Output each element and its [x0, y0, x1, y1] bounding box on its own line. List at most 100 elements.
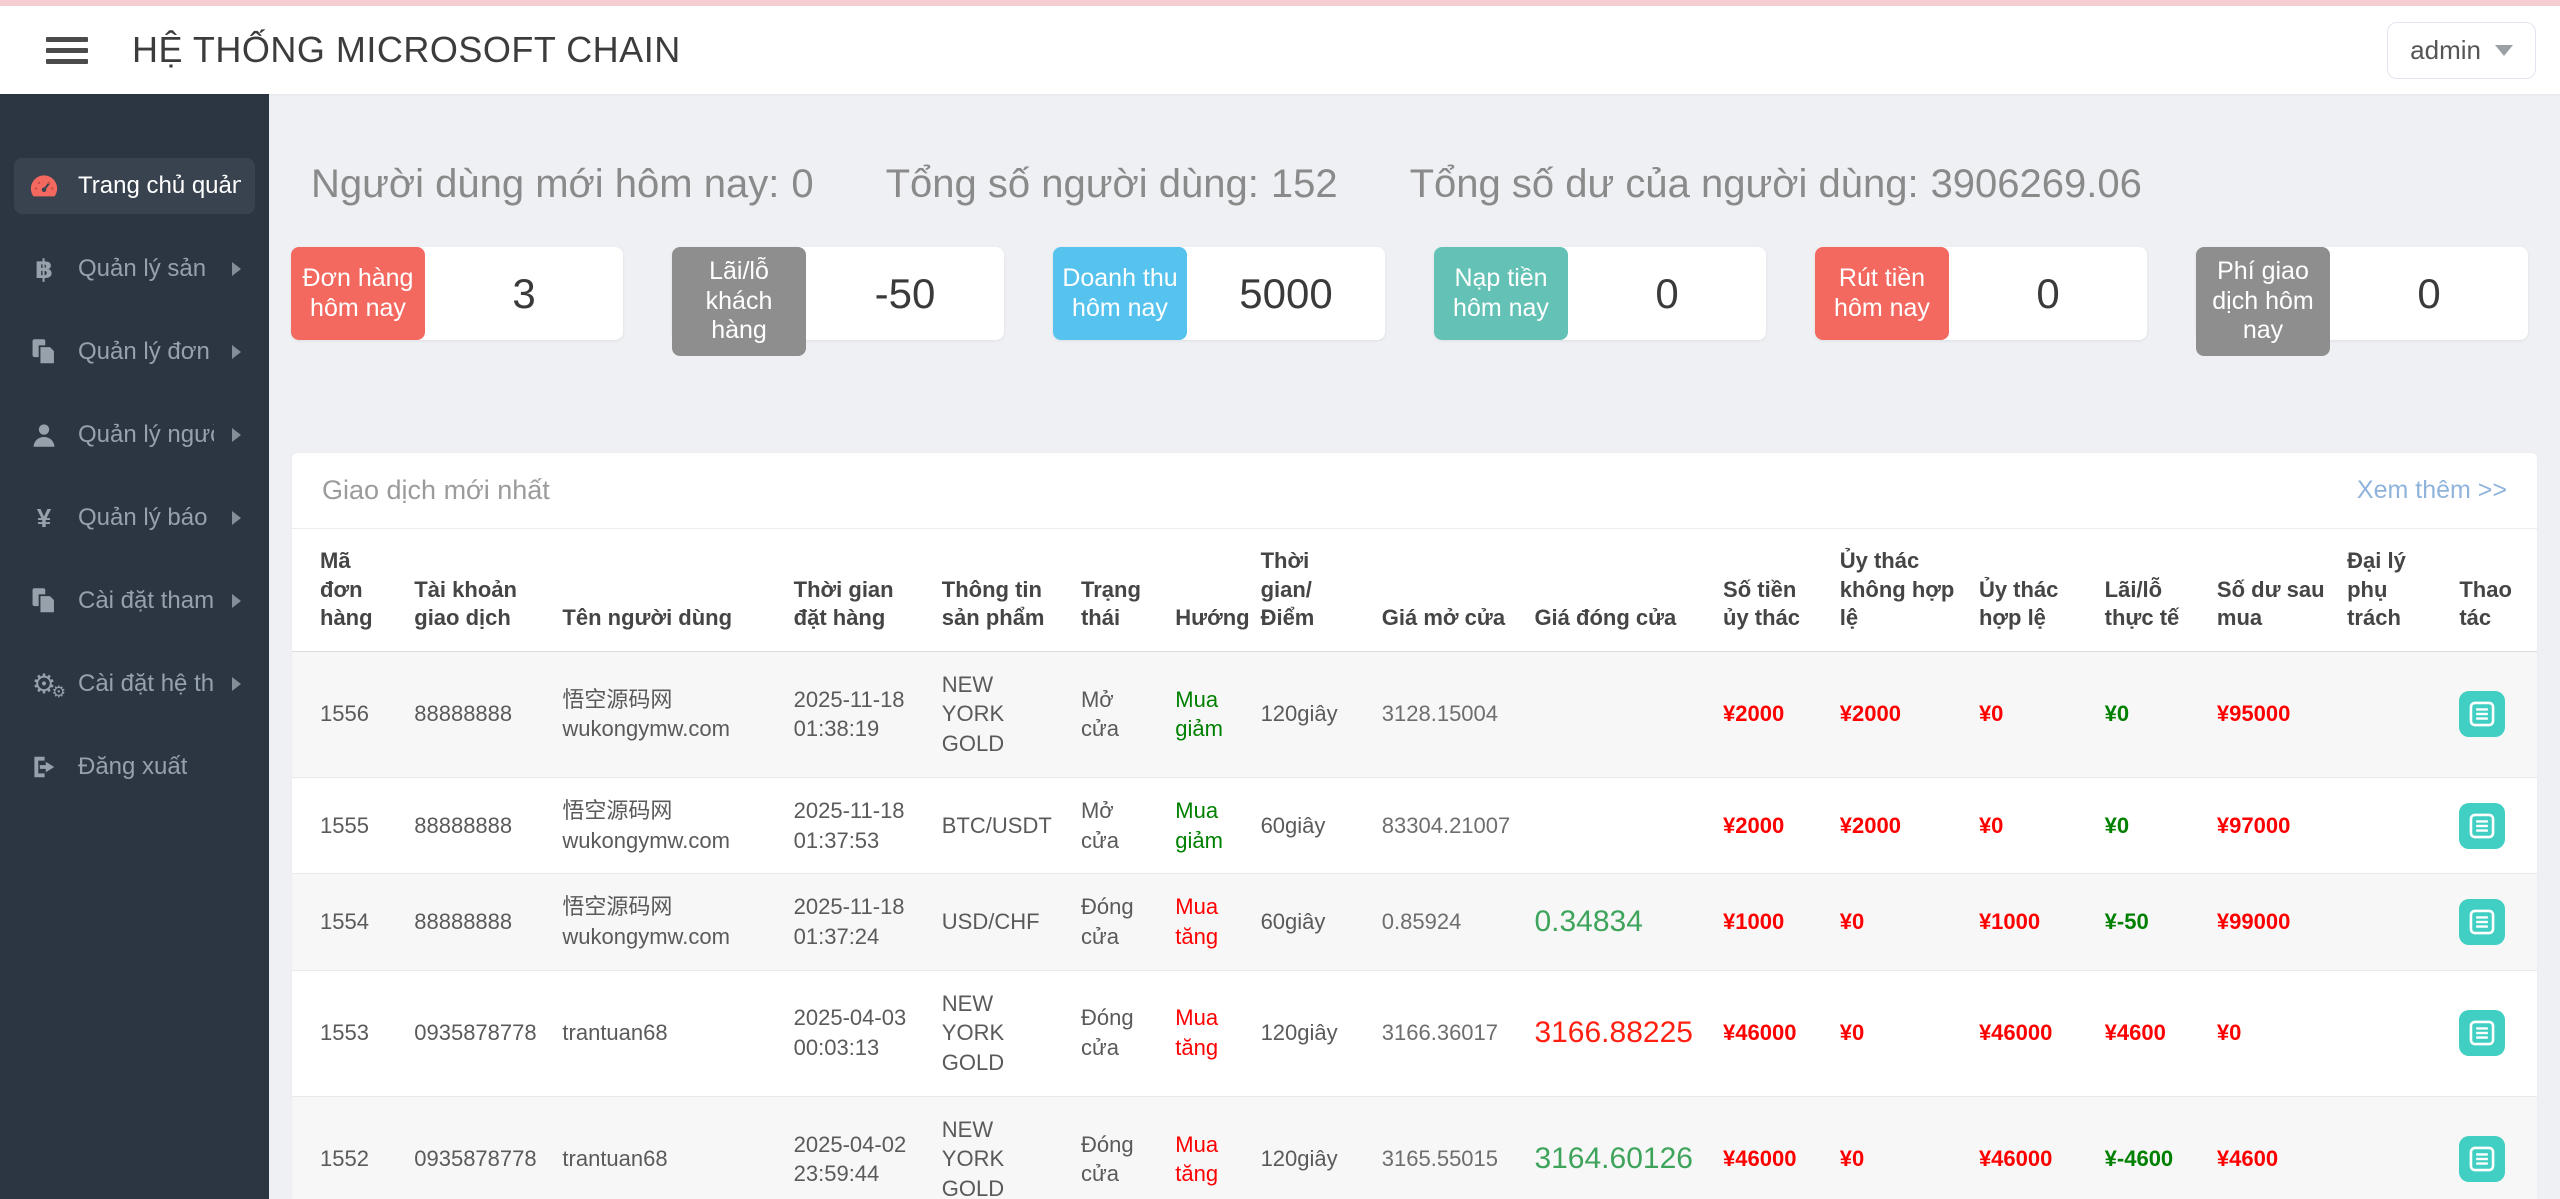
cell-order-time: 2025-11-1801:37:24 — [784, 874, 932, 970]
card-label: Nạp tiền hôm nay — [1434, 247, 1568, 340]
sidebar-item-logout[interactable]: Đăng xuất — [14, 739, 255, 795]
cell-direction: Mua giảm — [1165, 777, 1250, 873]
header: HỆ THỐNG MICROSOFT CHAIN admin — [0, 6, 2560, 94]
cell-period: 120giây — [1251, 651, 1372, 777]
submenu-arrow-icon — [232, 262, 241, 276]
column-header: Lãi/lỗ thực tế — [2095, 529, 2207, 651]
card-customer-pnl: Lãi/lỗ khách hàng -50 — [672, 247, 1004, 340]
sidebar-item-label: Quản lý người dùng — [78, 421, 214, 449]
column-header: Mã đơn hàng — [292, 529, 404, 651]
cell-order-id: 1554 — [292, 874, 404, 970]
column-header: Số dư sau mua — [2207, 529, 2337, 651]
column-header: Thời gian/Điểm — [1251, 529, 1372, 651]
card-label: Phí giao dịch hôm nay — [2196, 247, 2330, 356]
cell-period: 60giây — [1251, 874, 1372, 970]
cell-action — [2449, 1096, 2537, 1199]
column-header: Ủy thác không hợp lệ — [1830, 529, 1969, 651]
card-value: -50 — [875, 270, 936, 318]
order-detail-button[interactable] — [2459, 1010, 2505, 1056]
sidebar-item-parameters[interactable]: Cài đặt tham số — [14, 573, 255, 629]
user-menu-button[interactable]: admin — [2387, 22, 2536, 79]
main-content: Người dùng mới hôm nay: 0 Tổng số người … — [269, 94, 2560, 1199]
bitcoin-icon: ฿ — [28, 254, 60, 285]
cell-order-time: 2025-04-0300:03:13 — [784, 970, 932, 1096]
files-icon — [28, 587, 60, 615]
card-label: Rút tiền hôm nay — [1815, 247, 1949, 340]
cell-balance-after: ¥0 — [2207, 970, 2337, 1096]
cell-account: 88888888 — [404, 874, 552, 970]
card-value: 0 — [1655, 270, 1678, 318]
table-row: 155488888888悟空源码网wukongymw.com2025-11-18… — [292, 874, 2537, 970]
user-menu-label: admin — [2410, 35, 2481, 66]
cell-order-id: 1555 — [292, 777, 404, 873]
sidebar-item-reports[interactable]: ¥ Quản lý báo cáo — [14, 490, 255, 546]
cell-account: 0935878778 — [404, 970, 552, 1096]
cell-invalid-entrust: ¥2000 — [1830, 777, 1969, 873]
sidebar-item-dashboard[interactable]: Trang chủ quản trị — [14, 158, 255, 214]
sidebar-item-products[interactable]: ฿ Quản lý sản phẩm — [14, 241, 255, 297]
cell-username: trantuan68 — [552, 1096, 783, 1199]
cell-invalid-entrust: ¥2000 — [1830, 651, 1969, 777]
gears-icon: ⚙ ⚙ — [28, 669, 60, 700]
cell-period: 120giây — [1251, 970, 1372, 1096]
transactions-tbody: 155688888888悟空源码网wukongymw.com2025-11-18… — [292, 651, 2537, 1199]
submenu-arrow-icon — [232, 428, 241, 442]
cell-balance-after: ¥95000 — [2207, 651, 2337, 777]
cell-balance-after: ¥99000 — [2207, 874, 2337, 970]
cell-entrust-amount: ¥46000 — [1713, 1096, 1830, 1199]
gauge-icon — [28, 173, 60, 199]
stat-total-users: Tổng số người dùng: 152 — [886, 162, 1338, 207]
order-detail-button[interactable] — [2459, 1136, 2505, 1182]
column-header: Thời gian đặt hàng — [784, 529, 932, 651]
order-list-icon — [2469, 909, 2495, 935]
cell-order-time: 2025-11-1801:37:53 — [784, 777, 932, 873]
logout-icon — [28, 755, 60, 779]
sidebar-item-label: Cài đặt tham số — [78, 587, 214, 615]
cell-account: 0935878778 — [404, 1096, 552, 1199]
order-list-icon — [2469, 701, 2495, 727]
cell-product: NEW YORK GOLD — [932, 651, 1071, 777]
cell-account: 88888888 — [404, 777, 552, 873]
cell-entrust-amount: ¥46000 — [1713, 970, 1830, 1096]
column-header: Giá mở cửa — [1372, 529, 1525, 651]
cell-actual-pnl: ¥0 — [2095, 651, 2207, 777]
order-detail-button[interactable] — [2459, 691, 2505, 737]
submenu-arrow-icon — [232, 345, 241, 359]
cell-actual-pnl: ¥0 — [2095, 777, 2207, 873]
cell-close-price: 0.34834 — [1524, 874, 1713, 970]
card-fees-today: Phí giao dịch hôm nay 0 — [2196, 247, 2528, 340]
transactions-table: Mã đơn hàng Tài khoản giao dịch Tên ngườ… — [292, 529, 2537, 1199]
card-value: 0 — [2417, 270, 2440, 318]
submenu-arrow-icon — [232, 594, 241, 608]
cell-agent — [2337, 651, 2449, 777]
column-header: Thông tin sản phẩm — [932, 529, 1071, 651]
yen-icon: ¥ — [28, 503, 60, 534]
order-detail-button[interactable] — [2459, 803, 2505, 849]
cell-direction: Mua tăng — [1165, 970, 1250, 1096]
column-header: Ủy thác hợp lệ — [1969, 529, 2095, 651]
cell-invalid-entrust: ¥0 — [1830, 1096, 1969, 1199]
cell-close-price: 3166.88225 — [1524, 970, 1713, 1096]
card-withdrawals-today: Rút tiền hôm nay 0 — [1815, 247, 2147, 340]
cell-actual-pnl: ¥-4600 — [2095, 1096, 2207, 1199]
column-header: Tên người dùng — [552, 529, 783, 651]
sidebar-item-orders[interactable]: Quản lý đơn hàng — [14, 324, 255, 380]
cell-open-price: 83304.21007 — [1372, 777, 1525, 873]
cell-status: Đóng cửa — [1071, 970, 1165, 1096]
cell-actual-pnl: ¥4600 — [2095, 970, 2207, 1096]
cell-status: Đóng cửa — [1071, 1096, 1165, 1199]
order-detail-button[interactable] — [2459, 899, 2505, 945]
table-row: 155588888888悟空源码网wukongymw.com2025-11-18… — [292, 777, 2537, 873]
cell-status: Mở cửa — [1071, 777, 1165, 873]
column-header: Đại lý phụ trách — [2337, 529, 2449, 651]
cell-username: 悟空源码网wukongymw.com — [552, 777, 783, 873]
sidebar-item-label: Cài đặt hệ thống — [78, 670, 214, 698]
cell-valid-entrust: ¥0 — [1969, 777, 2095, 873]
column-header: Tài khoản giao dịch — [404, 529, 552, 651]
sidebar-item-users[interactable]: Quản lý người dùng — [14, 407, 255, 463]
menu-toggle-button[interactable] — [46, 37, 88, 64]
view-more-link[interactable]: Xem thêm >> — [2357, 476, 2507, 505]
order-list-icon — [2469, 813, 2495, 839]
sidebar-item-system-settings[interactable]: ⚙ ⚙ Cài đặt hệ thống — [14, 656, 255, 712]
cell-order-time: 2025-11-1801:38:19 — [784, 651, 932, 777]
